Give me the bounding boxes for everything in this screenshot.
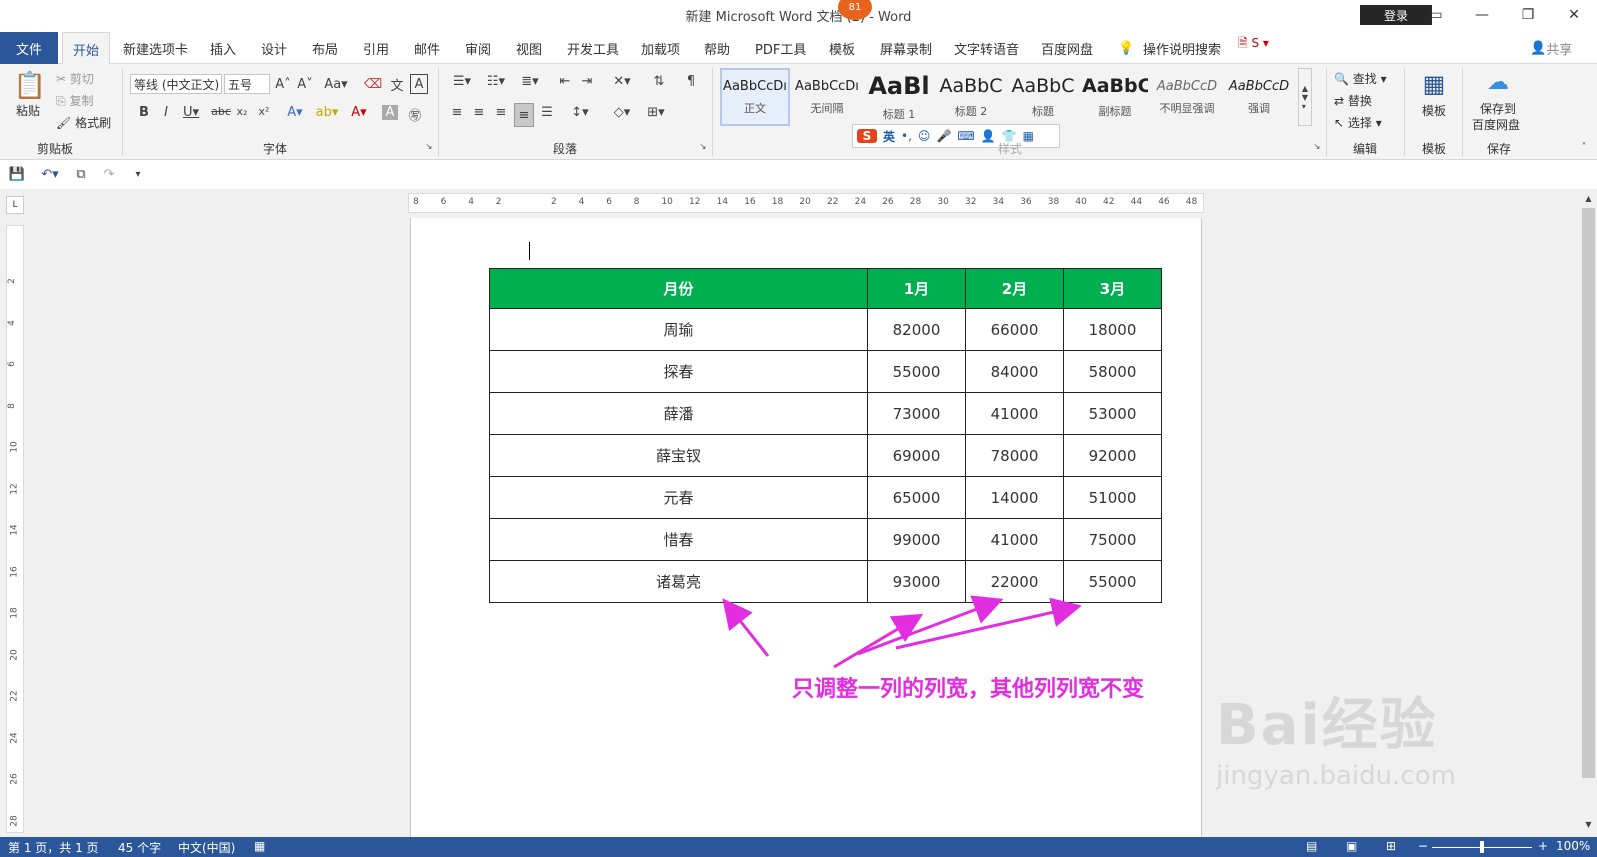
baidu-watermark: Bai经验 jingyan.baidu.com <box>1216 680 1516 820</box>
arrow-line <box>833 613 924 669</box>
arrow-line <box>722 598 770 657</box>
status-bar: 第 1 页，共 1 页 45 个字 中文(中国) ▦ ▤ ▣ ⊞ − + 100… <box>0 837 1597 857</box>
watermark-url: jingyan.baidu.com <box>1216 761 1456 791</box>
zoom-out-icon[interactable]: − <box>1418 839 1428 853</box>
watermark-brand: Bai经验 <box>1216 693 1438 758</box>
language[interactable]: 中文(中国) <box>178 839 235 856</box>
zoom-in-icon[interactable]: + <box>1538 839 1548 853</box>
annotation-text: 只调整一列的列宽，其他列列宽不变 <box>792 677 1145 702</box>
arrow-line <box>895 597 1082 650</box>
print-layout-icon[interactable]: ▣ <box>1346 839 1357 853</box>
word-count[interactable]: 45 个字 <box>118 839 161 856</box>
page-count[interactable]: 第 1 页，共 1 页 <box>8 839 99 856</box>
zoom-level[interactable]: 100% <box>1556 839 1590 853</box>
read-mode-icon[interactable]: ▤ <box>1306 839 1317 853</box>
web-layout-icon[interactable]: ⊞ <box>1386 839 1396 853</box>
arrow-line <box>857 595 1004 656</box>
macro-icon[interactable]: ▦ <box>254 839 265 853</box>
zoom-slider-thumb[interactable] <box>1480 841 1484 853</box>
